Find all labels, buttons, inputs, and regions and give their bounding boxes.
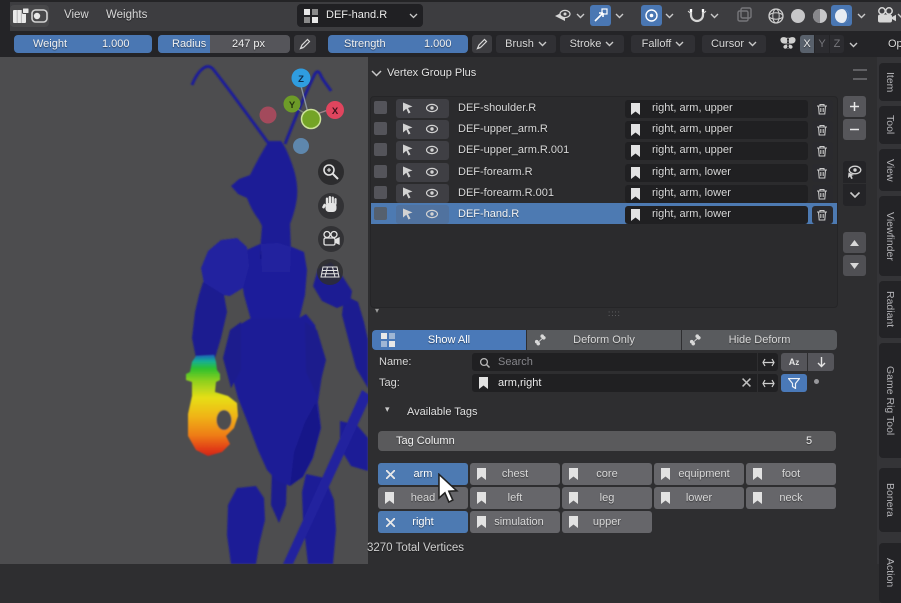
- svg-text:Y: Y: [289, 100, 296, 111]
- svg-text:X: X: [332, 106, 339, 117]
- svg-text:Z: Z: [298, 74, 304, 85]
